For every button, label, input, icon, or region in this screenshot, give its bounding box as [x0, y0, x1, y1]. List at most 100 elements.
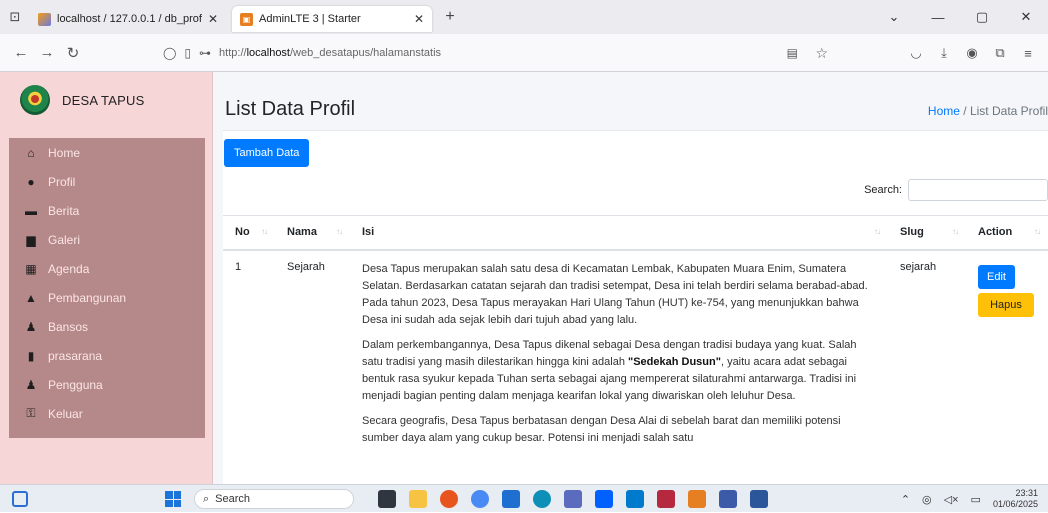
mountain-icon: ▲ — [25, 290, 37, 305]
newspaper-icon: ▬ — [25, 203, 37, 218]
image-icon: ▆ — [26, 232, 36, 247]
tray-overflow-icon[interactable]: ⌃ — [901, 493, 910, 506]
tab-list-icon[interactable]: ⊡ — [0, 0, 30, 34]
taskbar-search-label: Search — [215, 493, 251, 505]
sidebar-item-keluar[interactable]: ⚿ Keluar — [9, 399, 205, 428]
reload-icon[interactable]: ↻ — [60, 44, 86, 62]
sort-icon: ↑↓ — [874, 227, 881, 236]
clock[interactable]: 23:31 01/06/2025 — [993, 488, 1038, 510]
word-icon[interactable] — [750, 490, 768, 508]
col-slug-header[interactable]: Slug ↑↓ — [888, 215, 966, 251]
sidebar-item-label: Pengguna — [48, 377, 103, 392]
sidebar-item-prasarana[interactable]: ▮ prasarana — [9, 341, 205, 370]
breadcrumb: Home / List Data Profil — [928, 104, 1048, 118]
search-icon: ⌕ — [203, 492, 210, 505]
brand-text: DESA TAPUS — [62, 92, 145, 108]
app-icon[interactable] — [657, 490, 675, 508]
sidebar-item-label: Home — [48, 145, 81, 160]
edge-icon[interactable] — [533, 490, 551, 508]
sidebar: DESA TAPUS ⌂ Home ● Profil ▬ Berita ▆ Galeri… — [0, 72, 213, 484]
search-input[interactable] — [908, 179, 1048, 201]
sidebar-item-pembangunan[interactable]: ▲ Pembangunan — [9, 283, 205, 312]
sidebar-item-agenda[interactable]: ▦ Agenda — [9, 254, 205, 283]
breadcrumb-home-link[interactable]: Home — [928, 104, 960, 118]
sidebar-item-label: prasarana — [48, 348, 103, 363]
network-icon[interactable]: ◎ — [922, 493, 932, 506]
start-icon[interactable] — [165, 491, 181, 507]
tab-label: localhost / 127.0.0.1 / db_profil — [57, 13, 202, 25]
download-icon[interactable]: ⤓ — [930, 45, 958, 61]
pocket-icon[interactable]: ◡ — [902, 45, 930, 61]
sidebar-item-profil[interactable]: ● Profil — [9, 167, 205, 196]
xampp-icon[interactable] — [688, 490, 706, 508]
maximize-icon[interactable]: ▢ — [960, 9, 1004, 25]
close-window-icon[interactable]: ✕ — [1004, 9, 1048, 25]
isi-paragraph: Desa Tapus merupakan salah satu desa di … — [362, 262, 868, 326]
dropbox-icon[interactable] — [595, 490, 613, 508]
data-card: Tambah Data Search: No ↑↓ Nama ↑↓ Isi ↑↓ Sl… — [223, 130, 1048, 484]
brand[interactable]: DESA TAPUS — [0, 72, 212, 128]
account-icon[interactable]: ◉ — [958, 45, 986, 61]
new-tab-button[interactable]: + — [436, 8, 464, 26]
browser-tab-phpmyadmin[interactable]: localhost / 127.0.0.1 / db_profil ✕ — [30, 6, 226, 32]
isi-paragraph: Dalam perkembangannya, Desa Tapus dikena… — [362, 337, 876, 405]
store-icon[interactable] — [502, 490, 520, 508]
tab-close-icon[interactable]: ✕ — [414, 12, 424, 26]
amazon-icon[interactable] — [564, 490, 582, 508]
add-data-button[interactable]: Tambah Data — [224, 139, 310, 167]
col-action-header[interactable]: Action ↑↓ — [966, 215, 1048, 251]
sort-icon: ↑↓ — [1034, 227, 1041, 236]
page-icon: ▯ — [184, 46, 192, 60]
cell-no: 1 — [235, 260, 242, 273]
col-nama-header[interactable]: Nama ↑↓ — [275, 215, 350, 251]
widgets-icon[interactable] — [12, 491, 28, 507]
profil-table: No ↑↓ Nama ↑↓ Isi ↑↓ Slug ↑↓ Action ↑↓ 1 Seja… — [223, 215, 1048, 465]
task-view-icon[interactable] — [378, 490, 396, 508]
phpmyadmin-favicon-icon — [38, 12, 51, 26]
minimize-icon[interactable]: — — [916, 10, 960, 25]
sidebar-item-berita[interactable]: ▬ Berita — [9, 196, 205, 225]
reader-view-icon[interactable]: ▤ — [787, 46, 798, 60]
battery-icon[interactable]: ▭ — [971, 493, 981, 506]
firefox-icon[interactable] — [440, 490, 458, 508]
vscode-icon[interactable] — [626, 490, 644, 508]
header-label: Slug — [900, 226, 924, 239]
sidebar-item-label: Bansos — [48, 319, 89, 334]
edit-button[interactable]: Edit — [978, 264, 1015, 289]
village-logo-icon — [20, 85, 50, 115]
sidebar-item-home[interactable]: ⌂ Home — [9, 138, 205, 167]
search-row: Search: — [864, 179, 1048, 201]
shield-icon: ◯ — [163, 46, 177, 60]
sidebar-menu: ⌂ Home ● Profil ▬ Berita ▆ Galeri ▦ Agenda ▲ P… — [9, 138, 205, 438]
volume-icon[interactable]: ◁× — [944, 493, 959, 506]
sidebar-item-bansos[interactable]: ♟ Bansos — [9, 312, 205, 341]
cell-action: Edit Hapus — [966, 250, 1048, 465]
col-no-header[interactable]: No ↑↓ — [223, 215, 275, 251]
sort-icon: ↑↓ — [261, 227, 268, 236]
sidebar-item-galeri[interactable]: ▆ Galeri — [9, 225, 205, 254]
system-tray: ⌃ ◎ ◁× ▭ 23:31 01/06/2025 — [901, 485, 1038, 513]
delete-button[interactable]: Hapus — [978, 292, 1034, 317]
sidebar-item-label: Pembangunan — [48, 290, 127, 305]
file-explorer-icon[interactable] — [409, 490, 427, 508]
url-path: /web_desatapus/halamanstatis — [290, 47, 442, 59]
extensions-icon[interactable]: ⧉ — [986, 45, 1014, 61]
visio-icon[interactable] — [719, 490, 737, 508]
toolbar-right: ◡ ⤓ ◉ ⧉ ≡ — [902, 34, 1042, 72]
menu-icon[interactable]: ≡ — [1014, 46, 1042, 61]
taskbar-search[interactable]: ⌕ Search — [194, 489, 354, 509]
bookmark-star-icon[interactable]: ☆ — [815, 45, 828, 62]
sidebar-item-pengguna[interactable]: ♟ Pengguna — [9, 370, 205, 399]
url-bar[interactable]: ◯ ▯ ⊶ http://localhost/web_desatapus/hal… — [163, 39, 838, 67]
back-icon[interactable]: ← — [8, 44, 34, 61]
browser-tab-adminlte[interactable]: ▣ AdminLTE 3 | Starter ✕ — [232, 6, 432, 32]
forward-icon[interactable]: → — [34, 44, 60, 61]
search-label: Search: — [864, 184, 902, 196]
chrome-icon[interactable] — [471, 490, 489, 508]
tab-overflow-icon[interactable]: ⌄ — [872, 9, 916, 25]
breadcrumb-separator: / — [963, 104, 967, 118]
user-circle-icon: ● — [27, 174, 35, 189]
tab-close-icon[interactable]: ✕ — [208, 12, 218, 26]
sidebar-item-label: Agenda — [48, 261, 90, 276]
col-isi-header[interactable]: Isi ↑↓ — [350, 215, 888, 251]
